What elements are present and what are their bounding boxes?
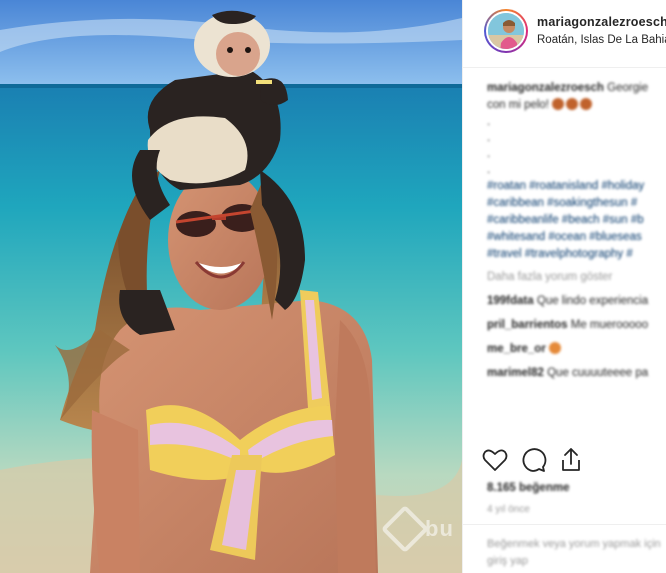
hashtag-line[interactable]: #whitesand #ocean #blueseas — [487, 229, 666, 246]
avatar-image — [486, 11, 526, 51]
hashtag-line[interactable]: #caribbeanlife #beach #sun #b — [487, 212, 666, 229]
username[interactable]: mariagonzalezroesch — [537, 15, 666, 29]
beach-monkey-photo — [0, 0, 462, 573]
monkey-emoji-icon — [580, 98, 593, 110]
comment-row: pril_barrientos Me muerooooo — [487, 317, 666, 334]
hashtag-line[interactable]: #caribbean #soakingthesun # — [487, 195, 666, 212]
login-to-comment[interactable]: Beğenmek veya yorum yapmak için giriş ya… — [487, 536, 666, 570]
comment-text: Me muerooooo — [570, 319, 649, 331]
heart-icon[interactable] — [481, 446, 509, 474]
post-side-panel: mariagonzalezroesch Roatán, Islas De La … — [462, 0, 666, 573]
caption-spacer: . — [487, 116, 491, 128]
caption-username[interactable]: mariagonzalezroesch — [487, 82, 604, 94]
comment-text: Que lindo experiencia — [536, 295, 649, 307]
share-icon[interactable] — [557, 446, 585, 474]
load-more-comments[interactable]: Daha fazla yorum göster — [487, 269, 666, 286]
comment-username[interactable]: 199fdata — [487, 295, 534, 307]
comment-row: marimel82 Que cuuuuteeee pa — [487, 365, 666, 382]
caption-spacer: . — [487, 164, 491, 176]
hashtag-line[interactable]: #roatan #roatanisland #holiday — [487, 178, 666, 195]
post-timestamp: 4 yıl önce — [487, 504, 530, 515]
hashtag-line[interactable]: #travel #travelphotography # — [487, 246, 666, 263]
instagram-post: bu mariagonzalezroesch Roatán, Islas De … — [0, 0, 666, 573]
likes-count[interactable]: 8.165 beğenme — [487, 482, 569, 494]
comment-username[interactable]: me_bre_or — [487, 343, 546, 355]
watermark-text: bu — [425, 516, 454, 541]
watermark-logo-icon — [380, 504, 430, 554]
caption-text-2: con mi pelo! — [487, 99, 550, 111]
caption-text: Georgie — [607, 82, 649, 94]
monkey-emoji-icon — [552, 98, 565, 110]
watermark: bu — [380, 504, 454, 554]
divider — [463, 524, 666, 525]
emoji-icon — [549, 342, 562, 354]
comment-username[interactable]: pril_barrientos — [487, 319, 568, 331]
post-photo[interactable]: bu — [0, 0, 462, 573]
monkey-emoji-icon — [566, 98, 579, 110]
caption-line: mariagonzalezroesch Georgie — [487, 80, 666, 97]
comment-username[interactable]: marimel82 — [487, 367, 544, 379]
comments-section: mariagonzalezroesch Georgie con mi pelo!… — [487, 80, 666, 382]
comment-row: 199fdata Que lindo experiencia — [487, 293, 666, 310]
caption-spacer: . — [487, 132, 491, 144]
comment-bubble-icon[interactable] — [519, 446, 547, 474]
avatar[interactable] — [484, 9, 528, 53]
comment-text: Que cuuuuteeee pa — [547, 367, 649, 379]
caption-line-2: con mi pelo! — [487, 97, 666, 114]
caption-spacer: . — [487, 148, 491, 160]
comment-row: me_bre_or — [487, 341, 666, 358]
action-bar — [481, 446, 585, 474]
location[interactable]: Roatán, Islas De La Bahia, — [537, 34, 666, 46]
post-header: mariagonzalezroesch Roatán, Islas De La … — [463, 0, 666, 68]
